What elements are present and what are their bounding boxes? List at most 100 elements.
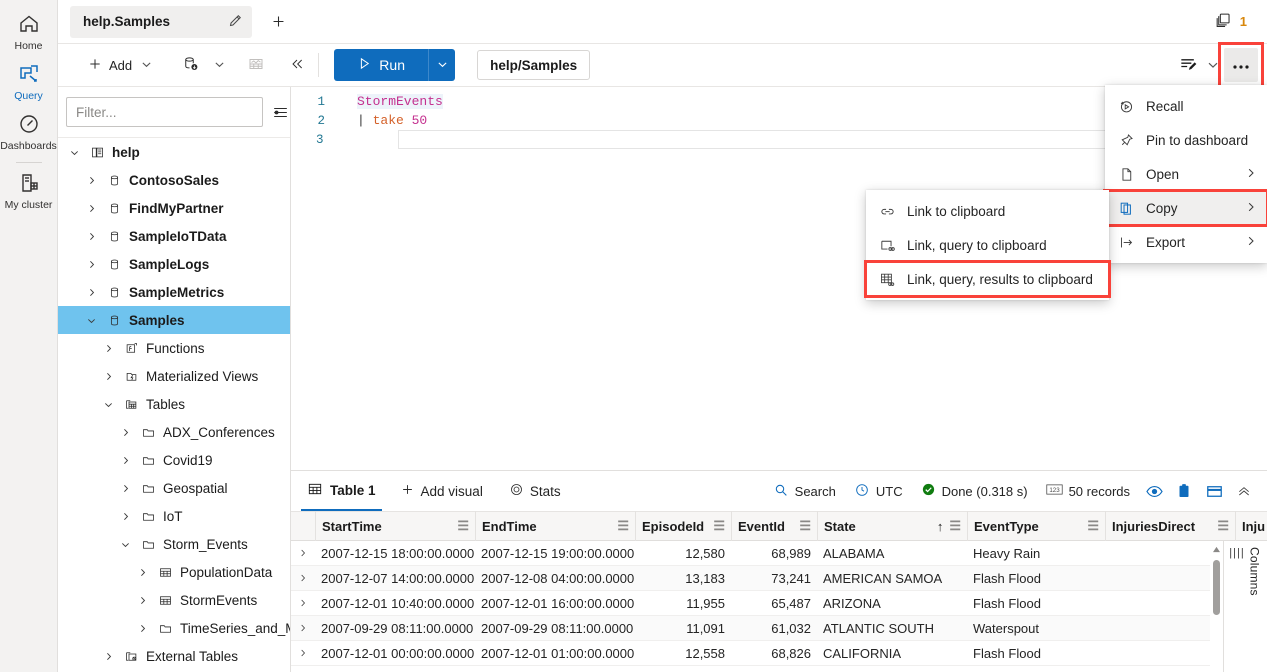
- tree-item-contososales[interactable]: ContosoSales: [58, 166, 290, 194]
- tab-count-group[interactable]: 1: [1214, 11, 1247, 33]
- tree-item-adx-conferences[interactable]: ADX_Conferences: [58, 418, 290, 446]
- row-expand-icon[interactable]: [291, 598, 315, 608]
- tree-item-samples[interactable]: Samples: [58, 306, 290, 334]
- pencil-icon[interactable]: [227, 12, 244, 32]
- tree-item-covid19[interactable]: Covid19: [58, 446, 290, 474]
- tree-item-samplelogs[interactable]: SampleLogs: [58, 250, 290, 278]
- format-query-caret[interactable]: [1205, 59, 1221, 71]
- connection-context-chip[interactable]: help/Samples: [477, 50, 591, 80]
- stats-button[interactable]: Stats: [501, 476, 569, 506]
- chevron-right-icon[interactable]: [83, 287, 99, 298]
- chevron-right-icon[interactable]: [117, 511, 133, 522]
- tree-item-timeseries-and-ml[interactable]: TimeSeries_and_ML: [58, 614, 290, 642]
- clipboard-icon[interactable]: [1169, 482, 1199, 500]
- filter-input[interactable]: [66, 97, 263, 127]
- menu-item-link-to-clipboard[interactable]: Link to clipboard: [866, 194, 1109, 228]
- chevron-right-icon[interactable]: [83, 231, 99, 242]
- row-expand-icon[interactable]: [291, 548, 315, 558]
- chevron-right-icon[interactable]: [83, 203, 99, 214]
- tree-item-tables[interactable]: Tables: [58, 390, 290, 418]
- tree-item-iot[interactable]: IoT: [58, 502, 290, 530]
- chevron-right-icon[interactable]: [117, 483, 133, 494]
- tree-item-populationdata[interactable]: PopulationData: [58, 558, 290, 586]
- column-header-eventid[interactable]: EventId ☰: [731, 511, 817, 541]
- menu-item-link-query-results-to-clipboard[interactable]: Link, query, results to clipboard: [864, 260, 1111, 298]
- collapse-results-button[interactable]: [1229, 483, 1259, 499]
- table-row[interactable]: 2007-12-07 14:00:00.0000 2007-12-08 04:00…: [291, 566, 1267, 591]
- run-button[interactable]: Run: [334, 49, 429, 81]
- connection-button[interactable]: [175, 50, 232, 80]
- column-header-inju[interactable]: Inju: [1235, 511, 1267, 541]
- tree-item-functions[interactable]: Functions: [58, 334, 290, 362]
- scrollbar-thumb[interactable]: [1213, 560, 1220, 615]
- chevron-right-icon[interactable]: [83, 175, 99, 186]
- row-expand-icon[interactable]: [291, 573, 315, 583]
- chevron-down-icon[interactable]: [66, 147, 82, 158]
- search-button[interactable]: Search: [764, 482, 845, 501]
- filter-settings-icon[interactable]: [271, 103, 290, 122]
- add-visual-button[interactable]: Add visual: [392, 476, 491, 506]
- tree-item-stormevents[interactable]: StormEvents: [58, 586, 290, 614]
- chevron-right-icon[interactable]: [100, 343, 116, 354]
- column-header-state[interactable]: State ↑ ☰: [817, 511, 967, 541]
- add-button[interactable]: Add: [80, 50, 159, 80]
- tree-item-materialized-views[interactable]: Materialized Views: [58, 362, 290, 390]
- table-row[interactable]: 2007-12-01 10:40:00.0000 2007-12-01 16:00…: [291, 591, 1267, 616]
- tree-item-help[interactable]: help: [58, 138, 290, 166]
- chevron-down-icon[interactable]: [100, 399, 116, 410]
- collapse-sidebar-button[interactable]: [282, 50, 312, 80]
- tree-item-samplemetrics[interactable]: SampleMetrics: [58, 278, 290, 306]
- menu-item-copy[interactable]: Copy: [1103, 189, 1267, 227]
- chevron-down-icon[interactable]: [83, 315, 99, 326]
- chevron-right-icon[interactable]: [100, 371, 116, 382]
- column-menu-icon[interactable]: ☰: [943, 518, 961, 534]
- more-options-button[interactable]: [1224, 48, 1258, 82]
- table-row[interactable]: 2007-12-01 00:00:00.0000 2007-12-01 01:00…: [291, 641, 1267, 666]
- column-menu-icon[interactable]: ☰: [611, 518, 629, 534]
- row-expand-icon[interactable]: [291, 648, 315, 658]
- chevron-right-icon[interactable]: [117, 427, 133, 438]
- column-header-endtime[interactable]: EndTime ☰: [475, 511, 635, 541]
- new-tab-button[interactable]: [264, 8, 292, 36]
- eye-icon[interactable]: [1139, 482, 1169, 501]
- chevron-down-icon[interactable]: [117, 539, 133, 550]
- menu-item-recall[interactable]: Recall: [1105, 89, 1267, 123]
- open-window-icon[interactable]: [1199, 482, 1229, 501]
- column-menu-icon[interactable]: ☰: [451, 518, 469, 534]
- menu-item-pin-to-dashboard[interactable]: Pin to dashboard: [1105, 123, 1267, 157]
- menu-item-export[interactable]: Export: [1105, 225, 1267, 259]
- scroll-up-arrow-icon[interactable]: [1212, 541, 1221, 556]
- query-tab[interactable]: help.Samples: [70, 5, 252, 38]
- tree-item-storm-events[interactable]: Storm_Events: [58, 530, 290, 558]
- column-menu-icon[interactable]: ☰: [1211, 518, 1229, 534]
- column-header-injuriesdirect[interactable]: InjuriesDirect ☰: [1105, 511, 1235, 541]
- tree-item-findmypartner[interactable]: FindMyPartner: [58, 194, 290, 222]
- tab-table-1[interactable]: Table 1: [301, 472, 382, 511]
- column-header-episodeid[interactable]: EpisodeId ☰: [635, 511, 731, 541]
- chevron-right-icon[interactable]: [100, 651, 116, 662]
- tree-item-external-tables[interactable]: External Tables: [58, 642, 290, 670]
- timezone-button[interactable]: UTC: [845, 482, 912, 501]
- grid-vertical-scrollbar[interactable]: [1210, 541, 1223, 672]
- rail-item-dashboards[interactable]: Dashboards: [0, 106, 58, 156]
- column-menu-icon[interactable]: ☰: [707, 518, 725, 534]
- run-options-button[interactable]: [428, 49, 456, 81]
- rail-item-home[interactable]: Home: [0, 6, 58, 56]
- column-menu-icon[interactable]: ☰: [1081, 518, 1099, 534]
- rail-item-my-cluster[interactable]: My cluster: [0, 165, 58, 215]
- tree-item-sampleiotdata[interactable]: SampleIoTData: [58, 222, 290, 250]
- table-row[interactable]: 2007-09-29 08:11:00.0000 2007-09-29 08:11…: [291, 616, 1267, 641]
- menu-item-open[interactable]: Open: [1105, 157, 1267, 191]
- column-header-eventtype[interactable]: EventType ☰: [967, 511, 1105, 541]
- chevron-right-icon[interactable]: [134, 623, 150, 634]
- rail-item-query[interactable]: Query: [0, 56, 58, 106]
- row-expand-icon[interactable]: [291, 623, 315, 633]
- tree-item-geospatial[interactable]: Geospatial: [58, 474, 290, 502]
- chevron-right-icon[interactable]: [134, 595, 150, 606]
- chevron-right-icon[interactable]: [134, 567, 150, 578]
- column-header-starttime[interactable]: StartTime ☰: [315, 511, 475, 541]
- chevron-right-icon[interactable]: [83, 259, 99, 270]
- menu-item-link-query-to-clipboard[interactable]: Link, query to clipboard: [866, 228, 1109, 262]
- chevron-right-icon[interactable]: [117, 455, 133, 466]
- columns-side-panel[interactable]: |||| Columns: [1223, 541, 1267, 672]
